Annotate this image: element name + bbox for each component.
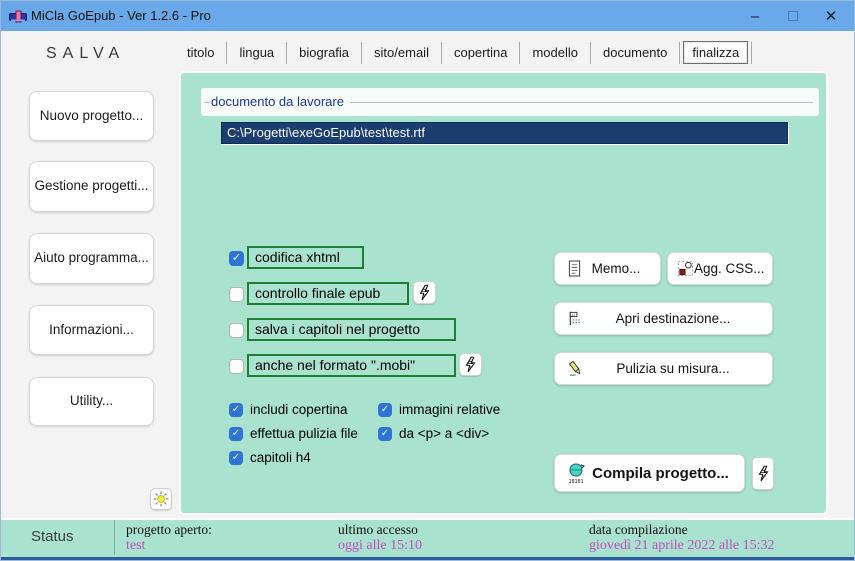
tab-separator xyxy=(361,41,363,64)
window-title: MiCla GoEpub - Ver 1.2.6 - Pro xyxy=(31,8,211,23)
groupbox-line-left xyxy=(204,102,209,103)
lightning-icon xyxy=(419,284,430,301)
tab-finalizza[interactable]: finalizza xyxy=(683,41,749,64)
salva-capitoli-checkbox[interactable] xyxy=(229,323,244,338)
app-icon xyxy=(9,9,27,29)
tab-copertina[interactable]: copertina xyxy=(445,42,516,63)
tab-separator xyxy=(286,41,288,64)
window-bottom-border xyxy=(1,557,854,560)
sidebar-header-salva: SALVA xyxy=(46,45,126,62)
groupbox-label: documento da lavorare xyxy=(211,94,344,109)
controllo-finale-epub-labelbox: controllo finale epub xyxy=(247,282,409,305)
close-button[interactable]: ✕ xyxy=(812,1,850,31)
p-to-div-checkbox[interactable]: ✓ xyxy=(378,427,392,441)
codifica-xhtml-labelbox: codifica xhtml xyxy=(247,246,364,269)
tab-sito-email[interactable]: sito/email xyxy=(365,42,438,63)
flag-tree-icon xyxy=(567,310,584,327)
theme-sun-button[interactable] xyxy=(150,488,172,510)
status-label: Status xyxy=(31,528,74,545)
tab-separator xyxy=(589,41,591,64)
aiuto-programma-button[interactable]: Aiuto programma... xyxy=(29,233,154,284)
p-to-div-label: da <p> a <div> xyxy=(399,426,490,441)
maximize-button[interactable] xyxy=(774,1,812,31)
immagini-relative-label: immagini relative xyxy=(399,402,501,417)
compila-run-button[interactable] xyxy=(752,457,774,490)
ultimo-accesso-label: ultimo accesso xyxy=(338,522,418,537)
minimize-button[interactable]: – xyxy=(736,1,774,31)
includi-copertina-checkbox[interactable]: ✓ xyxy=(229,403,243,417)
nuovo-progetto-button[interactable]: Nuovo progetto... xyxy=(29,91,154,141)
agg-css-button-label: Agg. CSS... xyxy=(694,261,765,276)
tab-separator xyxy=(679,41,681,64)
tab-bar: titolo lingua biografia sito/email coper… xyxy=(178,41,755,64)
app-window: MiCla GoEpub - Ver 1.2.6 - Pro – ✕ SALVA… xyxy=(0,0,855,561)
utility-button[interactable]: Utility... xyxy=(29,377,154,426)
tab-separator xyxy=(440,41,442,64)
codifica-xhtml-checkbox[interactable]: ✓ xyxy=(229,251,244,266)
memo-button[interactable]: Memo... xyxy=(554,252,661,285)
agg-css-button[interactable]: Agg. CSS... xyxy=(667,252,773,285)
tab-titolo[interactable]: titolo xyxy=(178,42,223,63)
sun-icon xyxy=(153,491,169,507)
formato-mobi-labelbox: anche nel formato ".mobi" xyxy=(247,354,456,377)
apri-destinazione-button-label: Apri destinazione... xyxy=(615,311,731,326)
document-icon xyxy=(567,260,582,277)
pencil-clean-icon xyxy=(567,360,584,377)
mobi-run-button[interactable] xyxy=(459,353,482,376)
ultimo-accesso-value: oggi alle 15:10 xyxy=(338,538,422,553)
salva-capitoli-labelbox: salva i capitoli nel progetto xyxy=(247,318,456,341)
data-compilazione-label: data compilazione xyxy=(589,522,688,537)
capitoli-h4-label: capitoli h4 xyxy=(250,450,311,465)
controllo-epub-run-button[interactable] xyxy=(413,281,436,304)
tab-biografia[interactable]: biografia xyxy=(290,42,358,63)
maximize-icon xyxy=(788,11,798,21)
progetto-aperto-label: progetto aperto: xyxy=(126,522,212,537)
tab-lingua[interactable]: lingua xyxy=(230,42,283,63)
lightning-icon xyxy=(465,356,476,373)
memo-button-label: Memo... xyxy=(591,261,641,276)
informazioni-button[interactable]: Informazioni... xyxy=(29,305,154,355)
apri-destinazione-button[interactable]: Apri destinazione... xyxy=(554,302,773,335)
title-bar: MiCla GoEpub - Ver 1.2.6 - Pro – ✕ xyxy=(1,1,854,31)
tab-modello[interactable]: modello xyxy=(523,42,587,63)
formato-mobi-checkbox[interactable] xyxy=(229,359,244,374)
groupbox-line xyxy=(350,102,813,103)
compila-progetto-button-label: Compila progetto... xyxy=(592,464,729,482)
includi-copertina-label: includi copertina xyxy=(250,402,348,417)
data-compilazione-value: giovedì 21 aprile 2022 alle 15:32 xyxy=(589,538,775,553)
tab-separator xyxy=(226,41,228,64)
controllo-finale-epub-checkbox[interactable] xyxy=(229,287,244,302)
progetto-aperto-value: test xyxy=(126,538,146,553)
tab-separator xyxy=(751,41,753,64)
immagini-relative-checkbox[interactable]: ✓ xyxy=(378,403,392,417)
shapes-icon xyxy=(677,260,694,277)
pulizia-su-misura-button[interactable]: Pulizia su misura... xyxy=(554,352,773,385)
capitoli-h4-checkbox[interactable]: ✓ xyxy=(229,451,243,465)
pulizia-su-misura-button-label: Pulizia su misura... xyxy=(616,361,730,376)
effettua-pulizia-label: effettua pulizia file xyxy=(250,426,358,441)
lightning-icon xyxy=(758,465,769,482)
tab-documento[interactable]: documento xyxy=(594,42,676,63)
status-separator xyxy=(114,520,115,555)
window-controls: – ✕ xyxy=(736,1,850,31)
compila-progetto-button[interactable]: 10101 Compila progetto... xyxy=(554,454,745,492)
effettua-pulizia-checkbox[interactable]: ✓ xyxy=(229,427,243,441)
gestione-progetti-button[interactable]: Gestione progetti... xyxy=(29,161,154,212)
tab-separator xyxy=(519,41,521,64)
globe-binary-icon: 10101 xyxy=(567,462,587,484)
document-path-field[interactable]: C:\Progetti\exeGoEpub\test\test.rtf xyxy=(221,122,788,144)
svg-text:10101: 10101 xyxy=(568,479,583,484)
